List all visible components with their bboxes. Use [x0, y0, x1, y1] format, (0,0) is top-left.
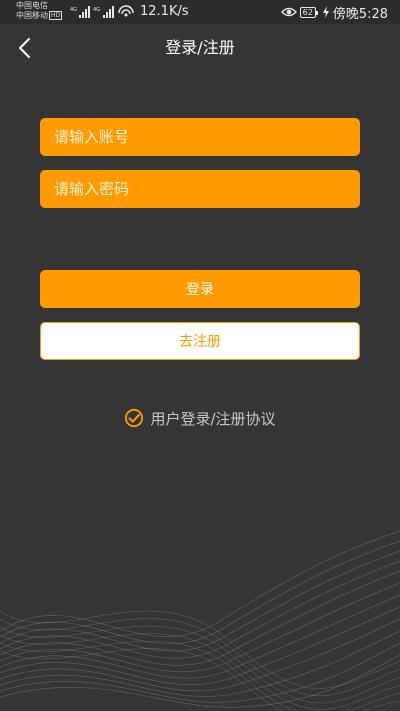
- account-input[interactable]: [52, 127, 360, 147]
- signal-icon-1: 4G: [70, 6, 90, 18]
- agreement-checkbox[interactable]: [124, 408, 144, 428]
- net-speed: 12.1K/s: [140, 4, 189, 19]
- status-right: 62 傍晚5:28: [280, 3, 388, 22]
- network-type-2: 4G: [93, 7, 100, 13]
- status-bar: 中国电信 中国移动 HD 4G 4G 12.1K/s 62 傍晚5:28: [0, 0, 400, 24]
- register-button[interactable]: 去注册: [40, 322, 360, 360]
- signal-icon-2: 4G: [93, 6, 114, 18]
- login-button[interactable]: 登录: [40, 270, 360, 308]
- carrier-1: 中国电信: [16, 1, 48, 10]
- charging-icon: [322, 6, 329, 18]
- agreement-row: 用户登录/注册协议: [0, 406, 400, 430]
- hd-badge: HD: [49, 11, 63, 20]
- checkmark-icon: [128, 413, 141, 423]
- carrier-info: 中国电信 中国移动 HD: [16, 1, 63, 21]
- eye-icon: [280, 7, 297, 17]
- battery-indicator: 62: [299, 6, 319, 18]
- carrier-2: 中国移动: [16, 11, 48, 20]
- decorative-waves: [0, 530, 400, 711]
- password-field[interactable]: [40, 170, 360, 208]
- wifi-hotspot-icon: [118, 5, 134, 17]
- agreement-link[interactable]: 用户登录/注册协议: [150, 408, 275, 429]
- password-input[interactable]: [52, 179, 360, 199]
- account-field[interactable]: [40, 118, 360, 156]
- network-type-1: 4G: [70, 7, 77, 13]
- header-bar: 登录/注册: [0, 24, 400, 72]
- clock: 傍晚5:28: [332, 6, 388, 22]
- login-screen: 中国电信 中国移动 HD 4G 4G 12.1K/s 62 傍晚5:28 登录/…: [0, 0, 400, 711]
- page-title: 登录/注册: [165, 38, 235, 57]
